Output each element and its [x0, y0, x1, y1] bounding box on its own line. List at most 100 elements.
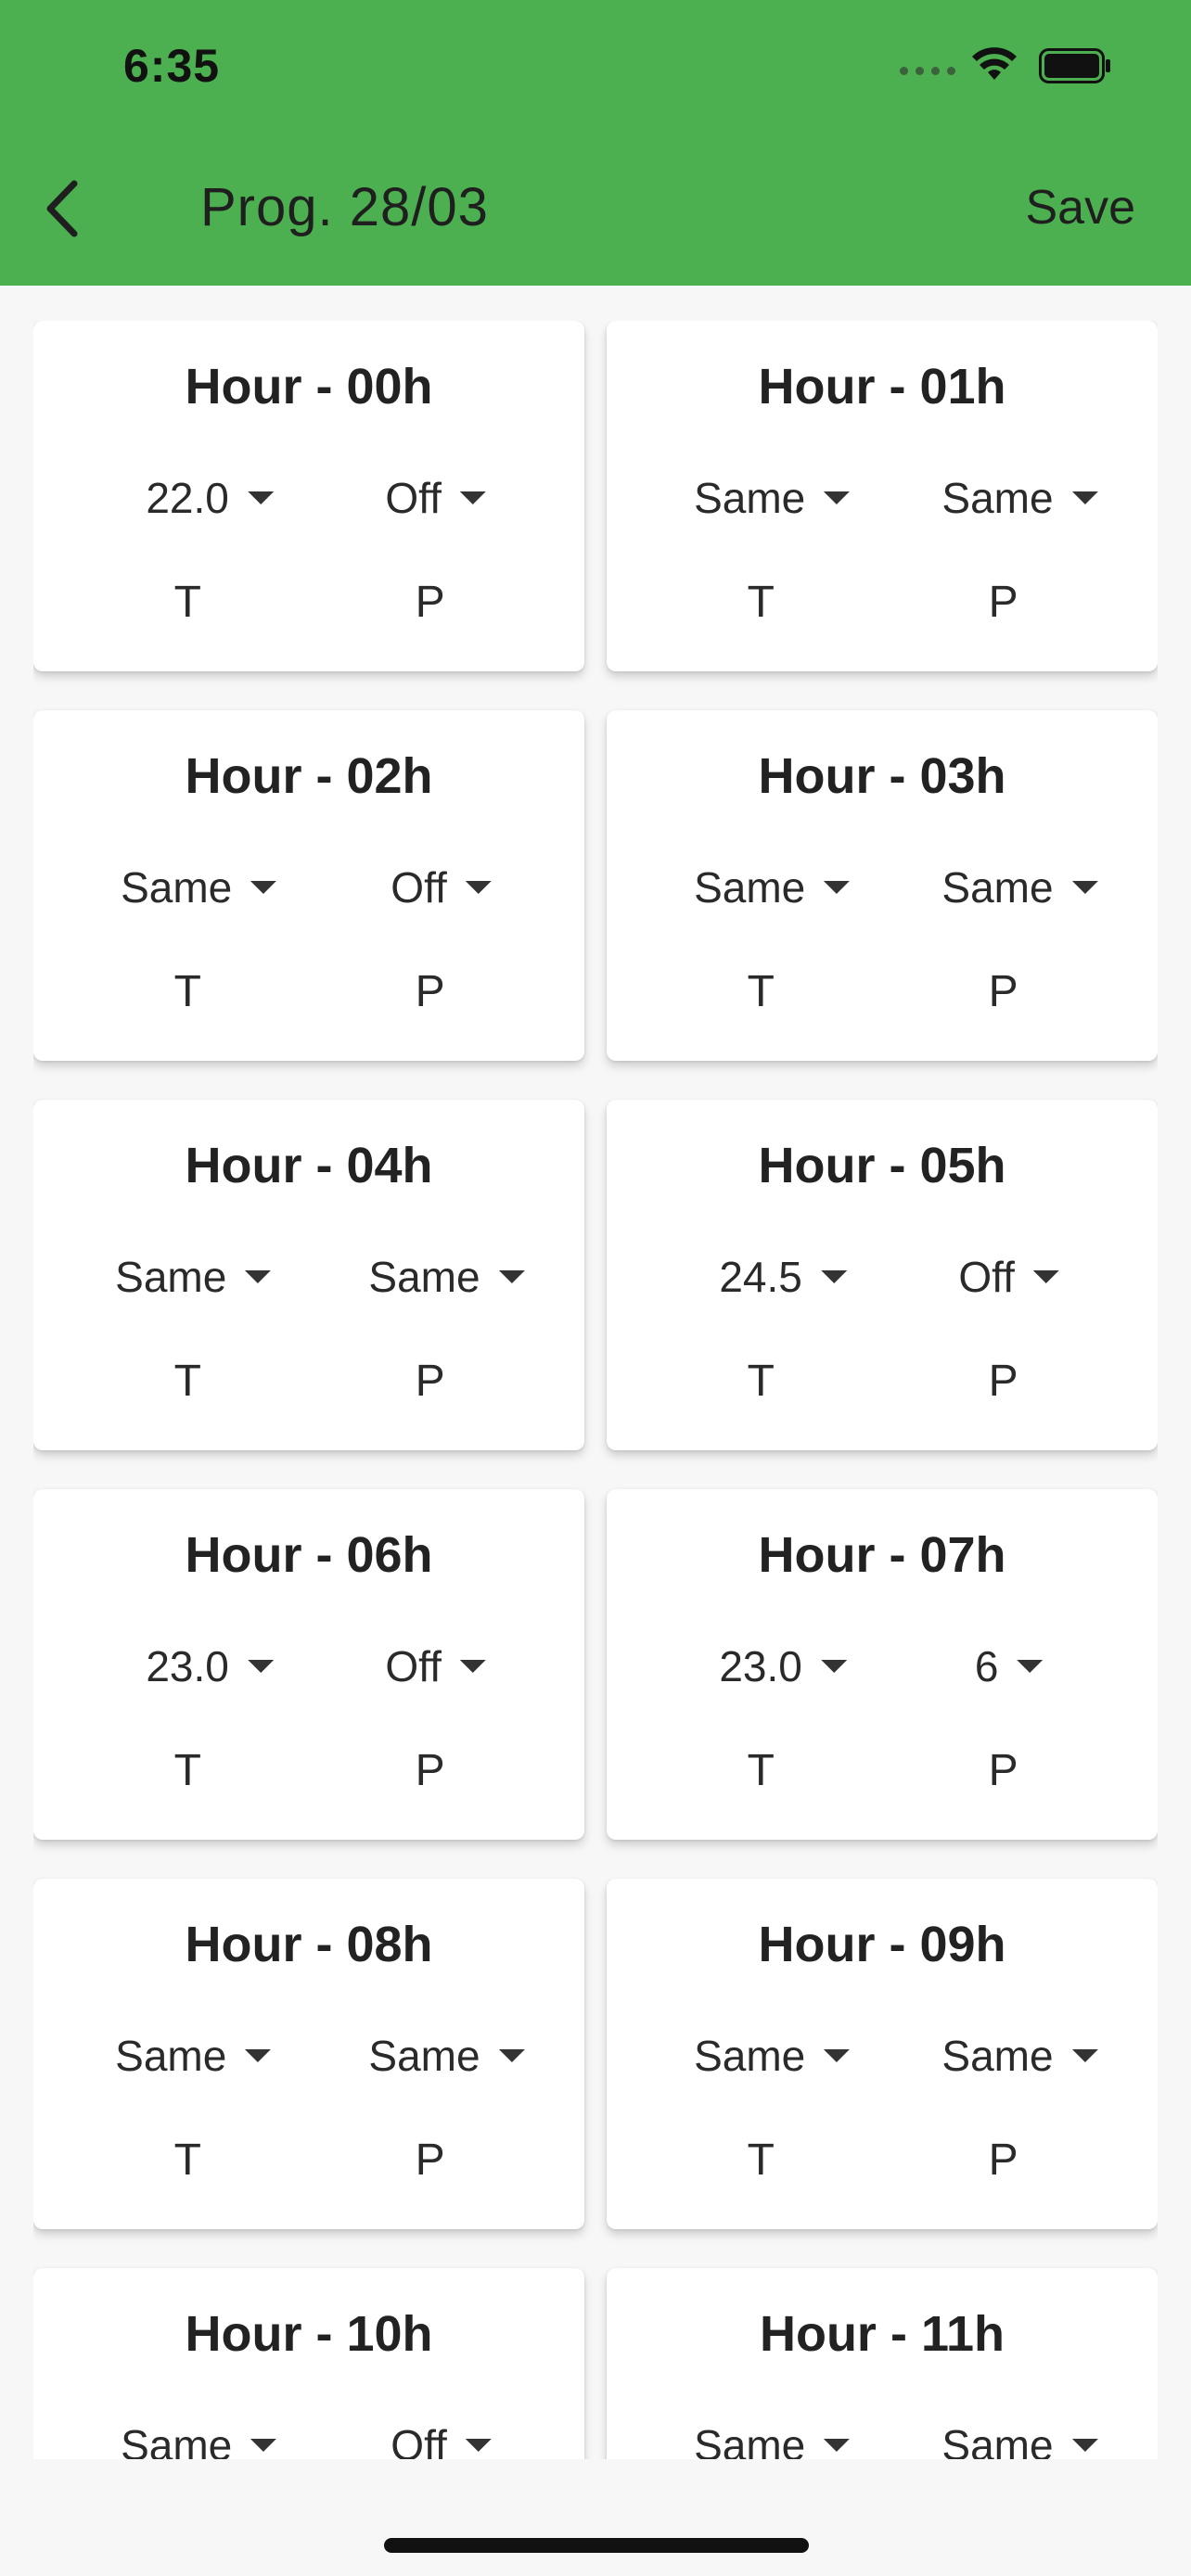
- caret-down-icon: [824, 2049, 851, 2062]
- hour-card: Hour - 10h Same Off T P: [33, 2268, 584, 2459]
- temperature-label: T: [747, 2136, 775, 2185]
- power-value: Off: [385, 474, 442, 522]
- temperature-label: T: [173, 2136, 201, 2185]
- hour-title: Hour - 02h: [185, 748, 433, 804]
- cellular-signal-icon: [900, 67, 955, 75]
- power-dropdown[interactable]: Off: [385, 473, 486, 523]
- power-value: Same: [368, 2032, 480, 2080]
- hour-title: Hour - 04h: [185, 1138, 433, 1193]
- temperature-dropdown[interactable]: Same: [694, 2031, 851, 2081]
- temperature-label: T: [747, 1357, 775, 1406]
- power-label: P: [415, 967, 445, 1016]
- power-dropdown[interactable]: Off: [958, 1252, 1059, 1302]
- caret-down-icon: [465, 2439, 492, 2452]
- hour-card: Hour - 04h Same Same T P: [33, 1100, 584, 1450]
- hour-title: Hour - 08h: [185, 1917, 433, 1972]
- caret-down-icon: [498, 1270, 525, 1283]
- home-indicator[interactable]: [384, 2538, 809, 2553]
- temperature-value: 24.5: [719, 1253, 802, 1301]
- caret-down-icon: [1071, 2049, 1098, 2062]
- caret-down-icon: [465, 881, 492, 894]
- power-dropdown[interactable]: Same: [368, 1252, 525, 1302]
- battery-icon: [1039, 48, 1110, 83]
- temperature-dropdown[interactable]: 22.0: [146, 473, 274, 523]
- temperature-dropdown[interactable]: Same: [115, 1252, 272, 1302]
- temperature-value: 22.0: [146, 474, 229, 522]
- hour-title: Hour - 05h: [758, 1138, 1006, 1193]
- temperature-value: Same: [694, 2032, 806, 2080]
- temperature-dropdown[interactable]: Same: [121, 2420, 277, 2459]
- power-dropdown[interactable]: Off: [385, 1641, 486, 1691]
- page-title: Prog. 28/03: [200, 177, 489, 237]
- power-dropdown[interactable]: Same: [941, 473, 1098, 523]
- power-value: Off: [391, 863, 447, 912]
- power-dropdown[interactable]: Off: [391, 862, 492, 912]
- hour-title: Hour - 01h: [758, 359, 1006, 414]
- temperature-value: Same: [115, 2032, 227, 2080]
- temperature-label: T: [173, 1746, 201, 1795]
- temperature-dropdown[interactable]: Same: [694, 473, 851, 523]
- hour-card: Hour - 00h 22.0 Off T P: [33, 321, 584, 671]
- power-dropdown[interactable]: 6: [975, 1641, 1044, 1691]
- hour-card: Hour - 09h Same Same T P: [607, 1879, 1158, 2229]
- power-label: P: [988, 2136, 1018, 2185]
- hour-card: Hour - 03h Same Same T P: [607, 710, 1158, 1061]
- power-value: Off: [385, 1642, 442, 1690]
- temperature-label: T: [173, 578, 201, 627]
- temperature-label: T: [747, 1746, 775, 1795]
- hour-title: Hour - 06h: [185, 1527, 433, 1583]
- temperature-dropdown[interactable]: Same: [121, 862, 277, 912]
- caret-down-icon: [1017, 1660, 1044, 1673]
- back-button[interactable]: [28, 167, 95, 250]
- save-button[interactable]: Save: [1025, 180, 1135, 236]
- temperature-value: Same: [115, 1253, 227, 1301]
- hour-title: Hour - 10h: [185, 2306, 433, 2362]
- power-value: 6: [974, 1642, 999, 1690]
- caret-down-icon: [820, 1270, 847, 1283]
- hour-card: Hour - 05h 24.5 Off T P: [607, 1100, 1158, 1450]
- power-value: Same: [941, 2421, 1054, 2459]
- power-dropdown[interactable]: Same: [368, 2031, 525, 2081]
- caret-down-icon: [459, 1660, 486, 1673]
- temperature-dropdown[interactable]: Same: [115, 2031, 272, 2081]
- temperature-label: T: [173, 1357, 201, 1406]
- caret-down-icon: [250, 881, 277, 894]
- power-value: Off: [958, 1253, 1015, 1301]
- power-dropdown[interactable]: Same: [941, 2031, 1098, 2081]
- status-time: 6:35: [123, 40, 221, 92]
- caret-down-icon: [1071, 2439, 1098, 2452]
- power-label: P: [988, 1357, 1018, 1406]
- temperature-value: 23.0: [146, 1642, 229, 1690]
- temperature-label: T: [747, 578, 775, 627]
- wifi-icon: [972, 47, 1017, 80]
- temperature-dropdown[interactable]: Same: [694, 862, 851, 912]
- temperature-dropdown[interactable]: 23.0: [719, 1641, 847, 1691]
- temperature-dropdown[interactable]: 23.0: [146, 1641, 274, 1691]
- caret-down-icon: [820, 1660, 847, 1673]
- caret-down-icon: [247, 491, 274, 504]
- power-label: P: [415, 1746, 445, 1795]
- power-value: Same: [941, 863, 1054, 912]
- hour-card: Hour - 08h Same Same T P: [33, 1879, 584, 2229]
- hours-grid: Hour - 00h 22.0 Off T P Hour - 01h Same …: [33, 321, 1158, 2459]
- temperature-label: T: [747, 967, 775, 1016]
- caret-down-icon: [1071, 881, 1098, 894]
- temperature-dropdown[interactable]: 24.5: [719, 1252, 847, 1302]
- hour-card: Hour - 11h Same Same T P: [607, 2268, 1158, 2459]
- hour-title: Hour - 03h: [758, 748, 1006, 804]
- app-bar: 6:35 Prog. 28/03 Save: [0, 0, 1191, 286]
- power-dropdown[interactable]: Off: [391, 2420, 492, 2459]
- caret-down-icon: [247, 1660, 274, 1673]
- chevron-left-icon: [46, 180, 78, 237]
- hour-title: Hour - 11h: [759, 2306, 1005, 2362]
- caret-down-icon: [498, 2049, 525, 2062]
- power-dropdown[interactable]: Same: [941, 862, 1098, 912]
- power-label: P: [415, 578, 445, 627]
- power-dropdown[interactable]: Same: [941, 2420, 1098, 2459]
- power-value: Same: [368, 1253, 480, 1301]
- hour-card: Hour - 01h Same Same T P: [607, 321, 1158, 671]
- temperature-value: Same: [121, 2421, 233, 2459]
- power-label: P: [988, 578, 1018, 627]
- hour-card: Hour - 02h Same Off T P: [33, 710, 584, 1061]
- temperature-dropdown[interactable]: Same: [694, 2420, 851, 2459]
